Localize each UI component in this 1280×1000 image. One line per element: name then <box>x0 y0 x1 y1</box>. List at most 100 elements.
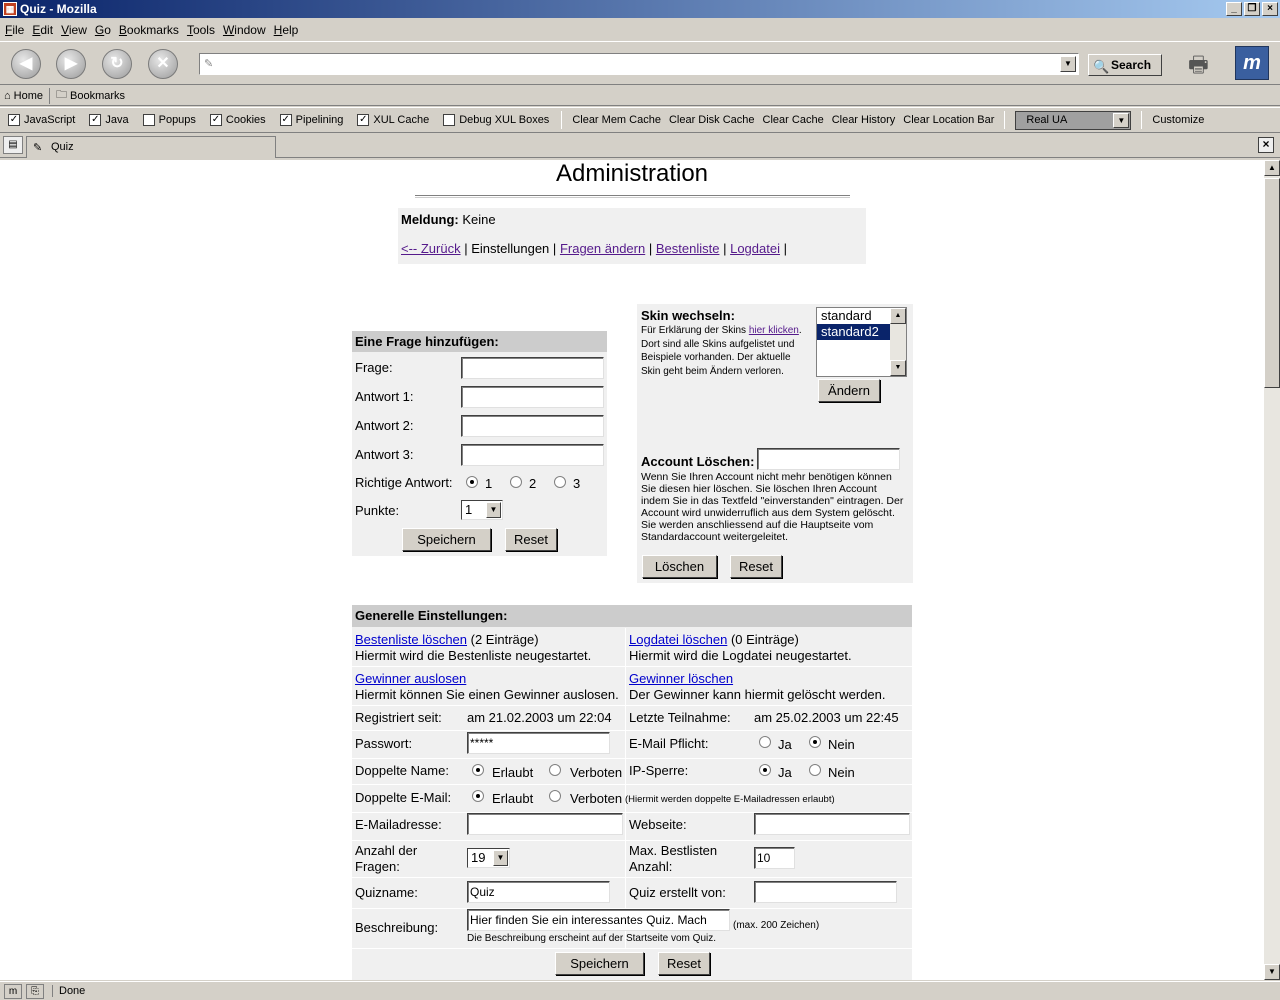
scroll-up-icon[interactable]: ▲ <box>890 308 906 324</box>
passwort-input[interactable]: ***** <box>467 732 610 754</box>
bookmarks-button[interactable]: 🗀 Bookmarks <box>52 86 129 105</box>
forward-arrow-icon[interactable]: ▶ <box>56 49 86 79</box>
antwort2-input[interactable] <box>461 415 604 437</box>
menu-help[interactable]: Help <box>271 23 302 37</box>
bestenliste-loeschen-link[interactable]: Bestenliste löschen <box>355 632 467 647</box>
antwort1-input[interactable] <box>461 386 604 408</box>
mozilla-status-icon[interactable]: m <box>4 983 22 999</box>
account-reset-button[interactable]: Reset <box>730 555 782 578</box>
email-pflicht-nein-label: Nein <box>828 737 855 752</box>
page-scrollbar[interactable]: ▲ ▼ <box>1264 160 1280 980</box>
doppelte-name-verboten-radio[interactable] <box>549 764 561 776</box>
stop-icon[interactable]: ✕ <box>148 49 178 79</box>
add-question-save-button[interactable]: Speichern <box>402 528 491 551</box>
customize-button[interactable]: Customize <box>1148 114 1208 126</box>
richtige-radio-1[interactable] <box>466 476 478 488</box>
menu-edit[interactable]: Edit <box>29 23 56 37</box>
minimize-button[interactable]: _ <box>1226 2 1242 16</box>
richtige-radio-3[interactable] <box>554 476 566 488</box>
account-delete-button[interactable]: Löschen <box>642 555 717 578</box>
add-question-header: Eine Frage hinzufügen: <box>352 331 607 352</box>
reload-icon[interactable]: ↻ <box>102 49 132 79</box>
url-dropdown-icon[interactable]: ▼ <box>1060 56 1076 72</box>
skin-change-button[interactable]: Ändern <box>818 379 880 402</box>
pipelining-toggle[interactable]: ✓ Pipelining <box>279 114 343 126</box>
ip-sperre-nein-radio[interactable] <box>809 764 821 776</box>
search-button[interactable]: 🔍 Search <box>1088 54 1162 76</box>
mozilla-throbber-icon[interactable]: m <box>1235 46 1269 80</box>
menu-tools[interactable]: Tools <box>184 23 218 37</box>
cookies-toggle[interactable]: ✓ Cookies <box>209 114 266 126</box>
scroll-up-icon[interactable]: ▲ <box>1264 160 1280 176</box>
print-icon[interactable]: 🖶 <box>1188 48 1209 86</box>
menu-bookmarks[interactable]: Bookmarks <box>116 23 182 37</box>
max-bestlisten-input[interactable]: 10 <box>754 847 795 869</box>
beschreibung-input[interactable]: Hier finden Sie ein interessantes Quiz. … <box>467 909 730 931</box>
skin-list-scrollbar[interactable]: ▲ ▼ <box>890 308 906 376</box>
account-delete-input[interactable] <box>757 448 900 470</box>
emailadresse-label: E-Mailadresse: <box>355 817 442 832</box>
java-toggle[interactable]: ✓ Java <box>89 114 129 126</box>
email-pflicht-ja-radio[interactable] <box>759 736 771 748</box>
menu-file[interactable]: File <box>2 23 27 37</box>
skin-option-standard2[interactable]: standard2 <box>817 324 890 340</box>
fragen-link[interactable]: Fragen ändern <box>560 241 645 256</box>
clear-disk-cache-button[interactable]: Clear Disk Cache <box>665 114 759 126</box>
close-window-button[interactable]: × <box>1262 2 1278 16</box>
gewinner-auslosen-desc: Hiermit können Sie einen Gewinner auslos… <box>355 687 619 702</box>
webseite-input[interactable] <box>754 813 910 835</box>
passwort-label: Passwort: <box>355 736 413 751</box>
frage-input[interactable] <box>461 357 604 379</box>
doppelte-email-erlaubt-radio[interactable] <box>472 790 484 802</box>
anzahl-fragen-select[interactable]: 19 ▼ <box>467 848 510 868</box>
menu-view[interactable]: View <box>58 23 90 37</box>
clear-location-bar-button[interactable]: Clear Location Bar <box>899 114 998 126</box>
home-button[interactable]: ⌂ Home <box>0 90 47 102</box>
gewinner-loeschen-link[interactable]: Gewinner löschen <box>629 671 733 686</box>
tab-quiz[interactable]: ✎ Quiz <box>26 136 276 158</box>
xul-cache-toggle[interactable]: ✓ XUL Cache <box>357 114 429 126</box>
general-save-button[interactable]: Speichern <box>555 952 644 975</box>
general-reset-button[interactable]: Reset <box>658 952 710 975</box>
quizname-input[interactable]: Quiz <box>467 881 610 903</box>
chevron-down-icon: ▼ <box>486 502 501 518</box>
skin-help-link[interactable]: hier klicken <box>749 325 799 336</box>
email-pflicht-nein-radio[interactable] <box>809 736 821 748</box>
emailadresse-input[interactable] <box>467 813 623 835</box>
gewinner-auslosen-link[interactable]: Gewinner auslosen <box>355 671 466 686</box>
page-icon: ✎ <box>33 142 43 154</box>
ip-sperre-ja-radio[interactable] <box>759 764 771 776</box>
anzahl-fragen-label-1: Anzahl der <box>355 843 418 858</box>
erstellt-von-input[interactable] <box>754 881 897 903</box>
erstellt-von-label: Quiz erstellt von: <box>629 885 726 900</box>
clear-history-button[interactable]: Clear History <box>828 114 900 126</box>
clear-mem-cache-button[interactable]: Clear Mem Cache <box>568 114 665 126</box>
menu-go[interactable]: Go <box>92 23 114 37</box>
scroll-down-icon[interactable]: ▼ <box>1264 964 1280 980</box>
logdatei-loeschen-link[interactable]: Logdatei löschen <box>629 632 727 647</box>
back-link[interactable]: <-- Zurück <box>401 241 461 256</box>
scroll-down-icon[interactable]: ▼ <box>890 360 906 376</box>
user-agent-select[interactable]: Real UA ▼ <box>1015 110 1132 130</box>
skin-listbox[interactable]: standard standard2 ▲ ▼ <box>816 307 907 377</box>
clear-cache-button[interactable]: Clear Cache <box>759 114 828 126</box>
richtige-radio-2[interactable] <box>510 476 522 488</box>
debug-xul-toggle[interactable]: Debug XUL Boxes <box>443 114 549 126</box>
maximize-button[interactable]: ❐ <box>1244 2 1260 16</box>
url-input[interactable]: ✎ ▼ <box>199 53 1079 75</box>
popups-toggle[interactable]: Popups <box>142 114 196 126</box>
add-question-reset-button[interactable]: Reset <box>505 528 557 551</box>
logdatei-link[interactable]: Logdatei <box>730 241 780 256</box>
antwort3-input[interactable] <box>461 444 604 466</box>
back-arrow-icon[interactable]: ◀ <box>11 49 41 79</box>
bestenliste-link[interactable]: Bestenliste <box>656 241 720 256</box>
scrollbar-thumb[interactable] <box>1264 178 1280 388</box>
punkte-select[interactable]: 1 ▼ <box>461 500 503 520</box>
javascript-toggle[interactable]: ✓ JavaScript <box>8 114 75 126</box>
close-tab-icon[interactable]: × <box>1258 137 1274 153</box>
online-status-icon[interactable]: ⎘ <box>26 983 44 999</box>
menu-window[interactable]: Window <box>220 23 269 37</box>
doppelte-name-erlaubt-radio[interactable] <box>472 764 484 776</box>
new-tab-icon[interactable]: ▤ <box>3 136 23 154</box>
doppelte-email-verboten-radio[interactable] <box>549 790 561 802</box>
